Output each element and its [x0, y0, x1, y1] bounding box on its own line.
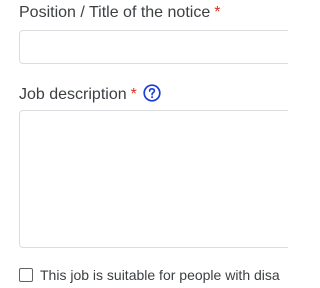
disability-suitable-checkbox-row[interactable]: This job is suitable for people with dis… [19, 267, 280, 283]
job-notice-form: Position / Title of the notice * Job desc… [0, 0, 288, 288]
required-asterisk: * [214, 4, 221, 21]
question-circle-icon[interactable] [143, 84, 161, 102]
disability-suitable-checkbox[interactable] [19, 268, 33, 282]
position-title-label: Position / Title of the notice * [19, 3, 220, 23]
position-title-input[interactable] [19, 30, 288, 64]
position-title-label-text: Position / Title of the notice [19, 4, 211, 21]
disability-suitable-checkbox-label[interactable]: This job is suitable for people with dis… [40, 267, 280, 283]
job-description-textarea[interactable] [19, 110, 288, 248]
required-asterisk: * [130, 86, 137, 103]
job-description-label-text: Job description [19, 86, 127, 103]
job-description-label: Job description * [19, 84, 161, 105]
